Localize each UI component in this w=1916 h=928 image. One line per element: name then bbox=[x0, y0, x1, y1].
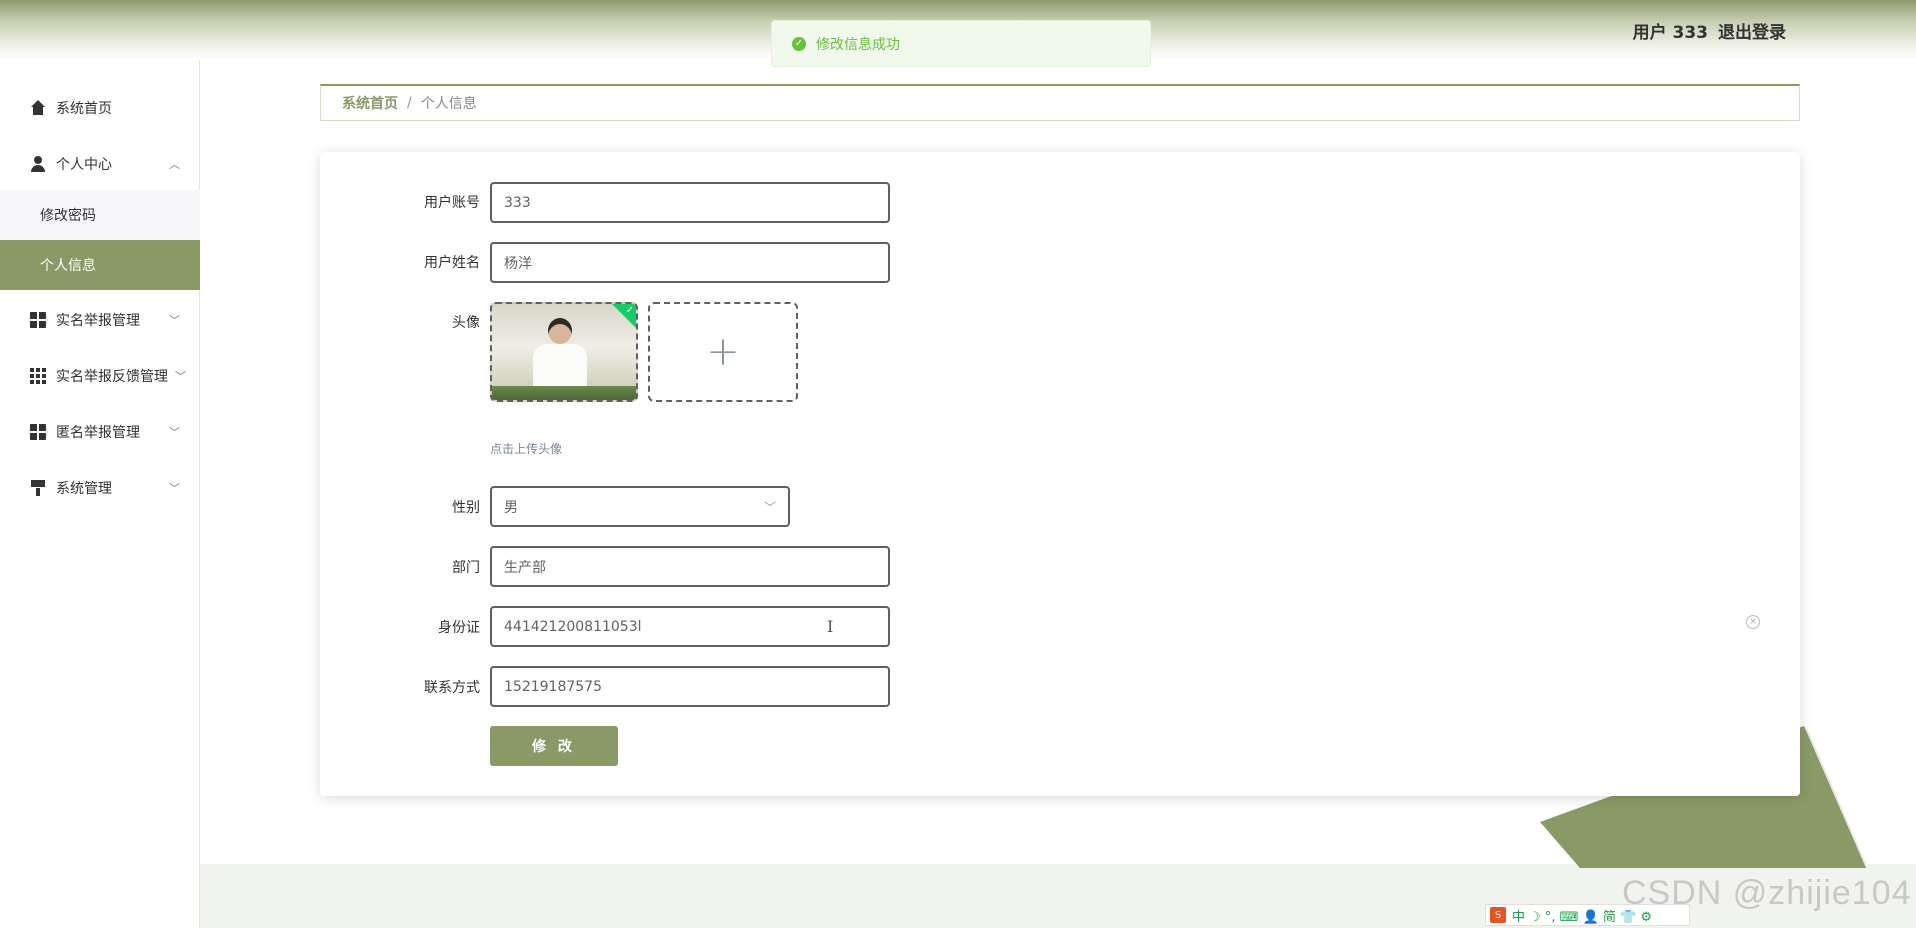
sidebar-item-label: 个人中心 bbox=[56, 157, 112, 173]
submenu-item-label: 个人信息 bbox=[40, 258, 96, 274]
chevron-down-icon: ﹀ bbox=[169, 482, 180, 495]
toast-message: 修改信息成功 bbox=[816, 36, 900, 53]
submenu-item-change-password[interactable]: 修改密码 bbox=[0, 190, 200, 240]
apps-icon bbox=[30, 368, 46, 384]
sidebar-item-label: 匿名举报管理 bbox=[56, 425, 140, 441]
avatar-upload-button[interactable]: + bbox=[648, 302, 798, 402]
department-label: 部门 bbox=[452, 560, 480, 576]
sidebar-item-anonymous-report[interactable]: 匿名举报管理 ﹀ bbox=[0, 404, 200, 460]
breadcrumb: 系统首页 / 个人信息 bbox=[320, 84, 1800, 121]
home-icon bbox=[30, 100, 46, 116]
account-input[interactable]: 333 bbox=[490, 182, 890, 223]
upload-success-check-icon: ✓ bbox=[625, 305, 634, 316]
phone-label: 联系方式 bbox=[424, 680, 480, 696]
sidebar-item-real-name-feedback[interactable]: 实名举报反馈管理 ﹀ bbox=[0, 348, 200, 404]
sidebar: 系统首页 个人中心 ︿ 修改密码 个人信息 实名举报管理 ﹀ 实名举报反馈管理 … bbox=[0, 60, 200, 928]
chevron-down-icon: ﹀ bbox=[175, 370, 186, 383]
brush-icon bbox=[30, 480, 46, 496]
upload-tip: 点击上传头像 bbox=[490, 442, 563, 456]
ime-status-icons: 中 ☽ °, ⌨ 👤 简 👕 ⚙ bbox=[1512, 909, 1653, 925]
success-toast: ✓ 修改信息成功 bbox=[771, 20, 1151, 67]
grid-icon bbox=[30, 312, 46, 328]
sidebar-item-label: 系统首页 bbox=[56, 101, 112, 117]
submit-button[interactable]: 修 改 bbox=[490, 726, 618, 766]
account-label: 用户账号 bbox=[424, 195, 480, 211]
success-check-icon: ✓ bbox=[792, 36, 806, 51]
sidebar-item-label: 系统管理 bbox=[56, 481, 112, 497]
clear-icon[interactable]: × bbox=[1746, 615, 1760, 629]
breadcrumb-home-link[interactable]: 系统首页 bbox=[342, 93, 398, 113]
name-label: 用户姓名 bbox=[424, 255, 480, 271]
chevron-up-icon: ︿ bbox=[169, 158, 180, 171]
user-area: 用户 333 退出登录 bbox=[1633, 18, 1786, 43]
sidebar-item-real-name-report[interactable]: 实名举报管理 ﹀ bbox=[0, 292, 200, 348]
sidebar-item-home[interactable]: 系统首页 bbox=[0, 80, 200, 136]
grid-icon bbox=[30, 424, 46, 440]
phone-input[interactable]: 15219187575 bbox=[490, 666, 890, 707]
plus-icon: + bbox=[706, 329, 740, 375]
ime-toolbar[interactable]: S 中 ☽ °, ⌨ 👤 简 👕 ⚙ bbox=[1485, 904, 1690, 926]
id-card-value: 441421200811053l bbox=[504, 618, 642, 635]
chevron-down-icon: ﹀ bbox=[169, 426, 180, 439]
ime-logo-icon: S bbox=[1490, 907, 1506, 923]
current-user-label: 用户 333 bbox=[1632, 23, 1708, 43]
avatar-image[interactable]: ✓ bbox=[490, 302, 638, 402]
profile-form-card: 用户账号 333 用户姓名 杨洋 头像 ✓ + 点击上传头像 性别 男 ﹀ 部门… bbox=[320, 152, 1800, 796]
id-card-label: 身份证 bbox=[438, 620, 480, 636]
name-input[interactable]: 杨洋 bbox=[490, 242, 890, 283]
chevron-down-icon: ﹀ bbox=[169, 314, 180, 327]
sidebar-item-system-management[interactable]: 系统管理 ﹀ bbox=[0, 460, 200, 516]
department-input[interactable]: 生产部 bbox=[490, 546, 890, 587]
submenu-item-personal-info[interactable]: 个人信息 bbox=[0, 240, 200, 290]
chevron-down-icon: ﹀ bbox=[763, 500, 776, 514]
id-card-input[interactable]: 441421200811053l I bbox=[490, 606, 890, 647]
avatar-label: 头像 bbox=[452, 315, 480, 331]
gender-select[interactable]: 男 ﹀ bbox=[490, 486, 790, 527]
sidebar-item-label: 实名举报反馈管理 bbox=[56, 369, 168, 385]
breadcrumb-separator: / bbox=[407, 95, 412, 111]
submenu-item-label: 修改密码 bbox=[40, 208, 96, 224]
sidebar-item-label: 实名举报管理 bbox=[56, 313, 140, 329]
sidebar-item-personal-center[interactable]: 个人中心 ︿ bbox=[0, 136, 200, 192]
user-icon bbox=[30, 156, 46, 172]
gender-select-value: 男 bbox=[504, 499, 518, 516]
gender-label: 性别 bbox=[452, 500, 480, 516]
text-cursor-icon: I bbox=[827, 617, 834, 636]
avatar-head bbox=[548, 318, 572, 344]
logout-link[interactable]: 退出登录 bbox=[1718, 18, 1786, 43]
breadcrumb-current: 个人信息 bbox=[420, 96, 477, 112]
avatar-background-grass bbox=[492, 386, 636, 400]
